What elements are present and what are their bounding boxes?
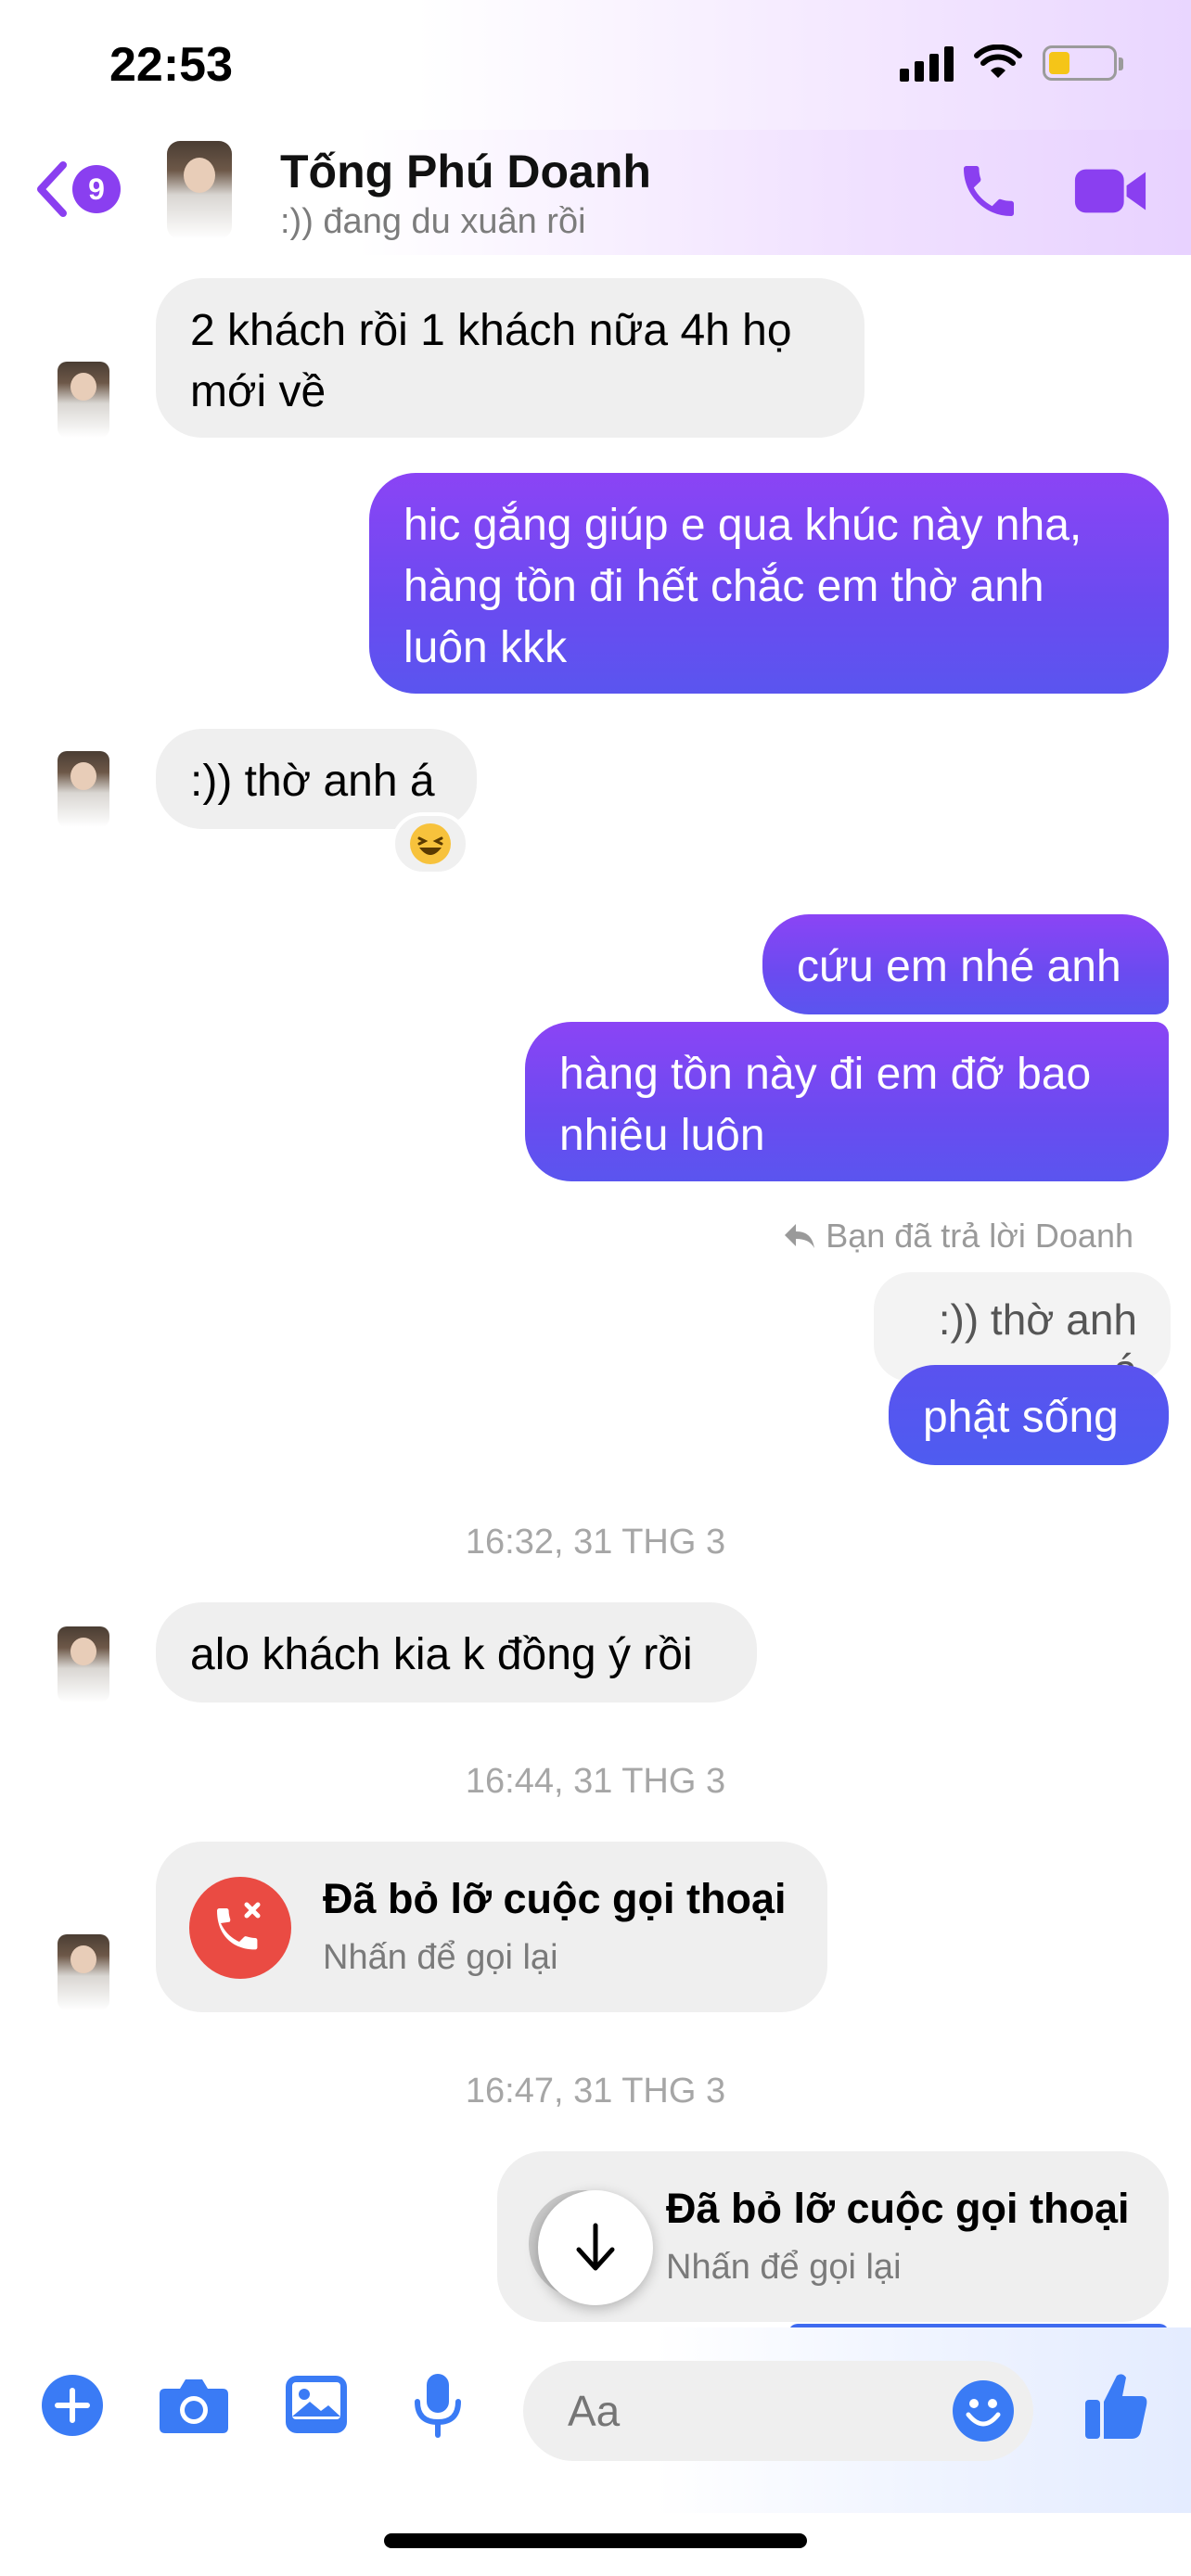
status-time: 22:53 [109, 38, 233, 92]
call-title: Đã bỏ lỡ cuộc gọi thoại [323, 1875, 787, 1922]
reply-note: Bạn đã trả lời Doanh [783, 1217, 1133, 1256]
camera-icon[interactable] [158, 2376, 230, 2435]
wifi-icon [974, 45, 1022, 78]
conversation-header: 9 Tống Phú Doanh :)) đang du xuân rồi [0, 130, 1191, 255]
timestamp: 16:47, 31 THG 3 [465, 2072, 726, 2111]
contact-status: :)) đang du xuân rồi [280, 202, 586, 241]
back-button[interactable]: 9 [33, 159, 121, 219]
gallery-icon[interactable] [284, 2374, 349, 2435]
sender-avatar[interactable] [58, 362, 109, 438]
contact-name[interactable]: Tống Phú Doanh [280, 145, 651, 198]
unread-badge: 9 [72, 165, 121, 213]
laughing-emoji-icon [410, 823, 451, 864]
call-subtitle: Nhấn để gọi lại [323, 1938, 558, 1977]
status-icons [900, 45, 1123, 82]
contact-avatar[interactable] [167, 141, 232, 239]
incoming-message[interactable]: alo khách kia k đồng ý rồi [156, 1602, 757, 1702]
call-subtitle: Nhấn để gọi lại [666, 2248, 902, 2287]
reply-arrow-icon [785, 1224, 815, 1248]
video-camera-icon[interactable] [1072, 158, 1148, 224]
outgoing-message[interactable]: cứu em nhé anh [762, 914, 1169, 1014]
outgoing-message[interactable]: hic gắng giúp e qua khúc này nha, hàng t… [369, 473, 1169, 694]
message-composer [0, 2327, 1191, 2513]
thumbs-up-icon[interactable] [1083, 2370, 1150, 2441]
outgoing-message[interactable]: hàng tồn này đi em đỡ bao nhiêu luôn [525, 1022, 1169, 1181]
microphone-icon[interactable] [412, 2372, 464, 2439]
sender-avatar[interactable] [58, 751, 109, 827]
scroll-to-bottom-button[interactable] [538, 2190, 653, 2305]
message-reaction[interactable] [391, 812, 469, 875]
emoji-icon[interactable] [952, 2379, 1015, 2442]
cellular-signal-icon [900, 45, 954, 82]
outgoing-message[interactable]: phật sống [889, 1365, 1169, 1465]
scroll-down-arrow-icon [576, 2223, 615, 2271]
status-bar: 22:53 [0, 0, 1191, 130]
sender-avatar[interactable] [58, 1934, 109, 2010]
battery-icon [1043, 45, 1123, 81]
back-chevron-icon [37, 161, 67, 217]
home-indicator[interactable] [384, 2533, 807, 2548]
plus-icon[interactable] [41, 2374, 104, 2437]
missed-call-card[interactable]: Đã bỏ lỡ cuộc gọi thoại Nhấn để gọi lại [156, 1842, 827, 2012]
sender-avatar[interactable] [58, 1626, 109, 1702]
reply-note-text: Bạn đã trả lời Doanh [826, 1217, 1133, 1255]
timestamp: 16:32, 31 THG 3 [465, 1523, 726, 1562]
missed-call-icon [189, 1877, 291, 1979]
phone-icon[interactable] [955, 158, 1022, 224]
call-title: Đã bỏ lỡ cuộc gọi thoại [666, 2185, 1130, 2232]
incoming-message[interactable]: 2 khách rồi 1 khách nữa 4h họ mới về [156, 278, 864, 438]
timestamp: 16:44, 31 THG 3 [465, 1762, 726, 1801]
